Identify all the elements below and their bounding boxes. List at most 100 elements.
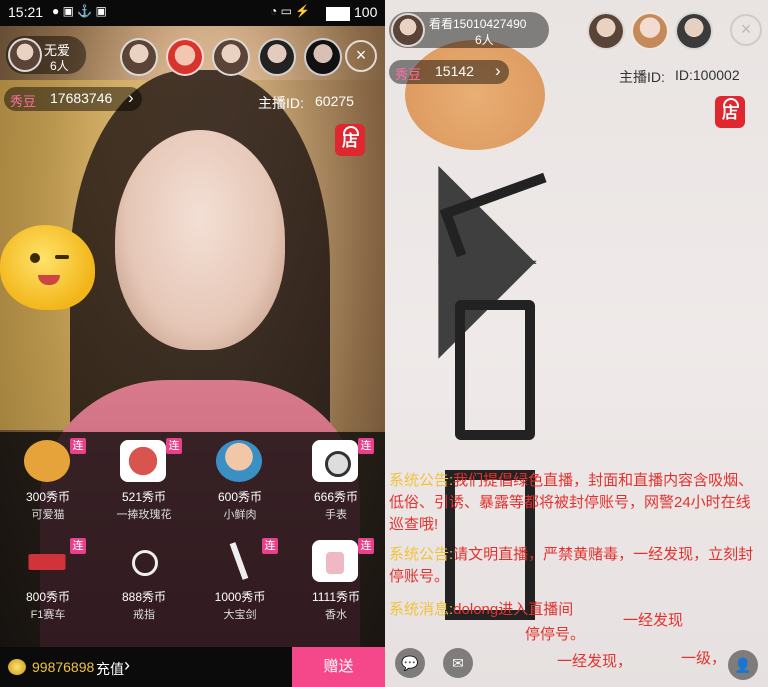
gift-panel: 连 300秀币 可爱猫 连 521秀币 一捧玫瑰花 600秀币 小鲜肉 连 66… xyxy=(0,432,385,647)
combo-badge: 连 xyxy=(262,538,278,554)
xiudou-label: 秀豆 xyxy=(10,94,37,109)
chevron-right-icon: › xyxy=(495,61,501,80)
shop-icon[interactable]: 店 xyxy=(715,96,745,128)
anchor-id-value: 60275 xyxy=(315,93,354,109)
gift-price: 1000秀币 xyxy=(214,590,266,604)
viewer-avatar[interactable] xyxy=(166,38,204,76)
chat-fragment: 一级， xyxy=(681,650,727,667)
gift-ring-icon xyxy=(120,540,166,582)
mail-icon[interactable]: ✉ xyxy=(443,648,473,678)
close-icon[interactable]: × xyxy=(730,14,762,46)
status-icons: ● ▣ ⚓ ▣ xyxy=(52,4,107,18)
combo-badge: 连 xyxy=(166,438,182,454)
gift-item[interactable]: 888秀币 戒指 xyxy=(96,534,192,634)
background-drawing xyxy=(405,40,545,150)
gift-price: 300秀币 xyxy=(25,490,71,504)
anchor-id-label: 主播ID: xyxy=(258,95,304,111)
gift-price: 800秀币 xyxy=(25,590,71,604)
gift-item[interactable]: 连 1000秀币 大宝剑 xyxy=(192,534,288,634)
gift-price: 1111秀币 xyxy=(311,590,361,604)
gift-name: 大宝剑 xyxy=(223,609,257,621)
battery-level: 100 xyxy=(354,4,378,20)
anchor-id-label: 主播ID: xyxy=(619,69,665,85)
send-button[interactable]: 赠送 xyxy=(292,647,385,687)
xiudou-label: 秀豆 xyxy=(395,67,422,82)
wifi-icon: ◔ ▭ ⚡ xyxy=(270,4,311,18)
mascot-sticker xyxy=(0,225,95,310)
gift-item[interactable]: 连 1111秀币 香水 xyxy=(288,534,384,634)
anchor-id-value: ID:100002 xyxy=(675,67,740,83)
recharge-link[interactable]: 充值 xyxy=(96,659,124,679)
gift-boy-icon xyxy=(216,440,262,482)
gift-price: 521秀币 xyxy=(121,490,167,504)
chat-fragment: 一经发现， xyxy=(557,653,633,670)
gift-name: 手表 xyxy=(325,509,347,521)
combo-badge: 连 xyxy=(358,538,374,554)
gift-racecar-icon xyxy=(24,554,70,570)
gift-item[interactable]: 连 521秀币 一捧玫瑰花 xyxy=(96,434,192,534)
right-live-view: ◢◣ 看看15010427490 6人 × 秀豆 15142 › 主播ID: I… xyxy=(385,0,768,687)
notice-tag: 系统公告: xyxy=(389,472,454,489)
user-icon[interactable]: 👤 xyxy=(728,650,758,680)
host-avatar[interactable] xyxy=(8,38,42,72)
status-time: 15:21 xyxy=(8,4,44,20)
background-drawing xyxy=(455,300,535,440)
streamer-face xyxy=(115,130,285,350)
xiudou-badge[interactable]: 秀豆 15142 › xyxy=(389,60,509,84)
viewer-avatar[interactable] xyxy=(675,12,713,50)
gift-item[interactable]: 连 300秀币 可爱猫 xyxy=(0,434,96,534)
xiudou-badge[interactable]: 秀豆 17683746 › xyxy=(4,87,142,111)
gift-name: 可爱猫 xyxy=(31,509,65,521)
gift-name: 香水 xyxy=(325,609,347,621)
host-viewer-count: 6人 xyxy=(475,33,494,47)
gift-price: 666秀币 xyxy=(313,490,359,504)
host-avatar[interactable] xyxy=(391,13,425,47)
combo-badge: 连 xyxy=(70,438,86,454)
gift-name: 一捧玫瑰花 xyxy=(116,509,172,521)
gift-watch-icon xyxy=(312,440,358,482)
left-live-view: 15:21 ● ▣ ⚓ ▣ ◔ ▭ ⚡ 100 无爱 6人 × 秀豆 17683… xyxy=(0,0,385,687)
viewer-avatar[interactable] xyxy=(258,38,296,76)
viewer-avatar[interactable] xyxy=(120,38,158,76)
viewer-avatar[interactable] xyxy=(212,38,250,76)
balance-value: 99876898 xyxy=(32,659,95,675)
viewer-avatar[interactable] xyxy=(631,12,669,50)
chat-fragment: 一经发现 xyxy=(623,612,684,629)
chat-fragment: 停停号。 xyxy=(525,626,586,643)
gift-price: 888秀币 xyxy=(121,590,167,604)
gift-price: 600秀币 xyxy=(217,490,263,504)
battery-icon xyxy=(326,7,350,21)
viewer-avatar[interactable] xyxy=(587,12,625,50)
status-bar: 15:21 ● ▣ ⚓ ▣ ◔ ▭ ⚡ 100 xyxy=(0,0,385,26)
host-info[interactable]: 无爱 6人 xyxy=(6,36,86,74)
gift-roses-icon xyxy=(120,440,166,482)
system-notice: 系统公告:请文明直播，严禁黄赌毒，一经发现，立刻封停账号。 xyxy=(389,544,764,588)
chat-icon[interactable]: 💬 xyxy=(395,648,425,678)
gift-name: 小鲜肉 xyxy=(223,509,257,521)
viewer-avatar[interactable] xyxy=(304,38,342,76)
notice-tag: 系统公告: xyxy=(389,546,454,563)
combo-badge: 连 xyxy=(70,538,86,554)
gift-item[interactable]: 600秀币 小鲜肉 xyxy=(192,434,288,534)
system-notice: 系统公告:我们提倡绿色直播，封面和直播内容含吸烟、低俗、引诱、暴露等都将被封停账… xyxy=(389,470,764,536)
host-info[interactable]: 看看15010427490 6人 xyxy=(389,12,549,48)
close-icon[interactable]: × xyxy=(345,40,377,72)
system-message: 系统消息:dolong进入直播间 xyxy=(389,599,764,621)
gift-sword-icon xyxy=(216,540,262,582)
message-tag: 系统消息: xyxy=(389,601,454,618)
coin-icon xyxy=(8,659,26,675)
shop-icon[interactable]: 店 xyxy=(335,124,365,156)
gift-perfume-icon xyxy=(312,540,358,582)
host-viewer-count: 6人 xyxy=(50,59,69,73)
gift-item[interactable]: 连 800秀币 F1赛车 xyxy=(0,534,96,634)
chevron-right-icon: › xyxy=(124,655,130,675)
combo-badge: 连 xyxy=(358,438,374,454)
host-name: 看看15010427490 xyxy=(429,17,527,31)
bottom-bar: 99876898 充值 › 赠送 xyxy=(0,647,385,687)
xiudou-value: 17683746 xyxy=(50,90,113,106)
message-text: dolong进入直播间 xyxy=(453,601,574,618)
gift-name: F1赛车 xyxy=(30,609,66,621)
gift-item[interactable]: 连 666秀币 手表 xyxy=(288,434,384,534)
chevron-right-icon: › xyxy=(128,88,134,107)
xiudou-value: 15142 xyxy=(435,63,474,79)
